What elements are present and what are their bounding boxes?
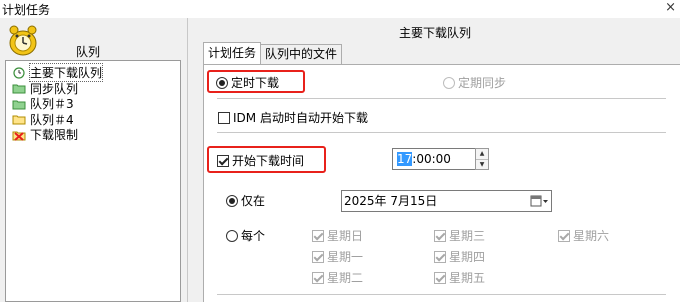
queue-list-label: 队列 <box>76 45 101 59</box>
date-picker[interactable]: 2025年 7月15日 <box>341 190 552 212</box>
scheduled-download-radio[interactable] <box>216 76 228 89</box>
tab-schedule[interactable]: 计划任务 <box>203 42 262 64</box>
start-time-checkbox[interactable] <box>217 154 229 167</box>
title-bar: 计划任务 × <box>0 0 680 18</box>
queue-header: 队列 <box>0 18 184 60</box>
queue-item-label: 队列＃4 <box>30 112 74 127</box>
day-label: 星期一 <box>327 250 364 264</box>
auto-start-label: IDM 启动时自动开始下载 <box>233 111 368 125</box>
auto-start-option[interactable]: IDM 启动时自动开始下载 <box>218 109 368 126</box>
time-spinner[interactable]: ▲ ▼ <box>475 148 489 170</box>
separator <box>217 98 666 99</box>
queue-item-3[interactable]: 队列＃3 <box>6 96 180 112</box>
periodic-sync-radio <box>443 76 455 89</box>
day-label: 星期日 <box>327 229 364 243</box>
folder-yellow-icon <box>12 115 26 125</box>
idm-alarm-clock-icon <box>9 25 37 56</box>
day-tuesday: 星期二 <box>312 269 363 286</box>
start-time-label: 开始下载时间 <box>232 154 305 168</box>
window-title: 计划任务 <box>2 3 51 17</box>
red-x-folder-icon <box>12 131 26 141</box>
day-label: 星期五 <box>449 271 486 285</box>
only-on-option[interactable]: 仅在 <box>226 192 265 209</box>
every-radio[interactable] <box>226 229 238 242</box>
scheduler-dialog: 队列 主要下载队列 同步队列 队列＃3 队列＃4 下载限制 主要下载队列 计划任… <box>0 18 680 302</box>
day-friday-checkbox <box>434 271 446 284</box>
day-friday: 星期五 <box>434 269 485 286</box>
time-rest: :00:00 <box>412 152 451 166</box>
date-value: 2025年 7月15日 <box>344 194 438 208</box>
queue-item-main[interactable]: 主要下载队列 <box>6 63 180 83</box>
day-label: 星期四 <box>449 250 486 264</box>
close-icon[interactable]: × <box>665 0 676 15</box>
queue-item-download-limit[interactable]: 下载限制 <box>6 127 180 143</box>
queue-item-label: 同步队列 <box>30 81 79 96</box>
day-sunday-checkbox <box>312 229 324 242</box>
queue-item-sync[interactable]: 同步队列 <box>6 81 180 97</box>
day-saturday-checkbox <box>558 229 570 242</box>
day-thursday: 星期四 <box>434 248 485 265</box>
auto-start-checkbox[interactable] <box>218 111 230 124</box>
pane-splitter[interactable] <box>187 18 190 302</box>
tab-files-in-queue[interactable]: 队列中的文件 <box>260 44 343 64</box>
schedule-panel <box>203 64 680 302</box>
day-monday: 星期一 <box>312 248 363 265</box>
folder-green-icon <box>12 84 26 94</box>
day-tuesday-checkbox <box>312 271 324 284</box>
calendar-dropdown-icon[interactable] <box>530 194 548 208</box>
queue-clock-icon <box>13 67 25 79</box>
queue-item-label: 下载限制 <box>30 128 79 143</box>
spin-up-icon[interactable]: ▲ <box>476 149 488 159</box>
day-thursday-checkbox <box>434 250 446 263</box>
day-label: 星期二 <box>327 271 364 285</box>
scheduled-download-option[interactable]: 定时下载 <box>216 74 279 91</box>
periodic-sync-option: 定期同步 <box>443 74 506 91</box>
every-label: 每个 <box>241 229 266 243</box>
folder-green-icon <box>12 100 26 110</box>
queue-title: 主要下载队列 <box>398 26 471 40</box>
queue-list[interactable]: 主要下载队列 同步队列 队列＃3 队列＃4 下载限制 <box>5 60 181 302</box>
only-on-label: 仅在 <box>241 194 266 208</box>
queue-item-label: 队列＃3 <box>30 97 74 112</box>
start-time-input[interactable]: 17:00:00 <box>392 148 476 170</box>
spin-down-icon[interactable]: ▼ <box>476 159 488 169</box>
separator <box>217 294 666 295</box>
separator <box>217 132 666 133</box>
day-label: 星期三 <box>449 229 486 243</box>
periodic-sync-label: 定期同步 <box>458 76 507 90</box>
queue-item-4[interactable]: 队列＃4 <box>6 112 180 128</box>
scheduled-download-label: 定时下载 <box>231 76 280 90</box>
start-time-option[interactable]: 开始下载时间 <box>217 152 304 169</box>
day-wednesday: 星期三 <box>434 227 485 244</box>
day-saturday: 星期六 <box>558 227 609 244</box>
only-on-radio[interactable] <box>226 194 238 207</box>
queue-item-label: 主要下载队列 <box>28 63 104 83</box>
day-monday-checkbox <box>312 250 324 263</box>
tab-strip: 计划任务 队列中的文件 <box>203 42 343 65</box>
every-option[interactable]: 每个 <box>226 227 265 244</box>
day-sunday: 星期日 <box>312 227 363 244</box>
day-wednesday-checkbox <box>434 229 446 242</box>
time-hour-selected: 17 <box>397 152 413 166</box>
day-label: 星期六 <box>573 229 610 243</box>
